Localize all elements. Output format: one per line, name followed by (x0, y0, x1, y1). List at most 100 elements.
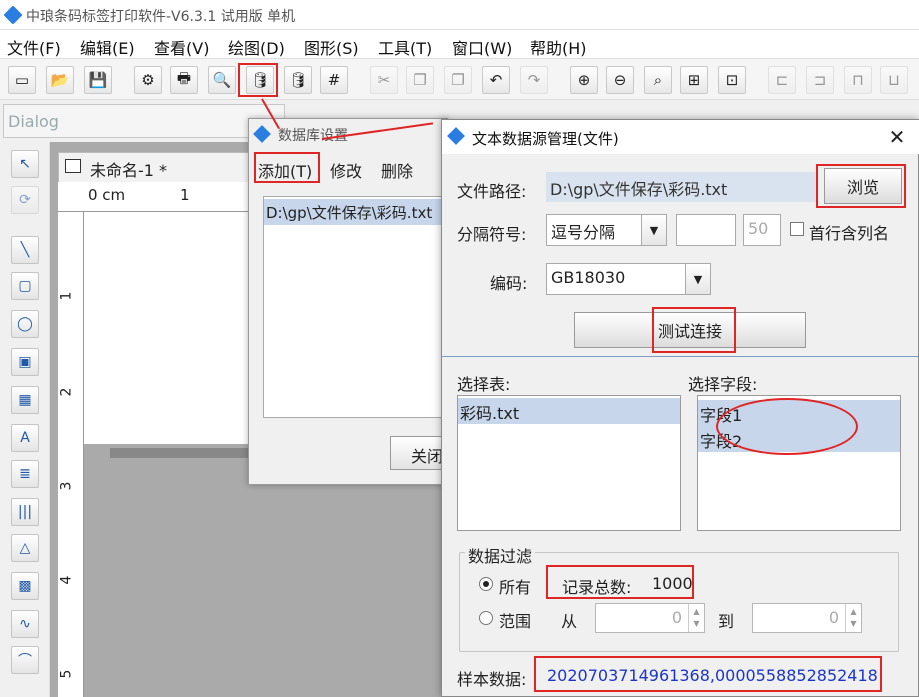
filter-all-label: 所有 (499, 578, 532, 597)
save-icon[interactable]: 💾 (84, 66, 112, 94)
ruler-v-tick: 4 (58, 575, 75, 585)
font-combo[interactable]: Dialog (3, 104, 285, 138)
menu-bar: 文件(F) 编辑(E) 查看(V) 绘图(D) 图形(S) 工具(T) 窗口(W… (0, 30, 919, 58)
paste-icon[interactable]: ❐ (444, 66, 472, 94)
ellipse-icon[interactable]: ◯ (11, 310, 39, 338)
zoom-out-icon[interactable]: ⊖ (606, 66, 634, 94)
align-icon[interactable]: ⊏ (768, 66, 796, 94)
to-label: 到 (718, 612, 735, 631)
fit-width-icon[interactable]: ⊡ (718, 66, 746, 94)
document-icon (65, 159, 81, 173)
menu-edit[interactable]: 编辑(E) (80, 35, 135, 59)
line-icon[interactable]: ╲ (11, 236, 39, 264)
annotation-fields (716, 398, 858, 455)
chevron-down-icon[interactable]: ▼ (641, 214, 667, 246)
db-list-item[interactable]: D:\gp\文件保存\彩码.txt (264, 199, 444, 225)
document-tab-label: 未命名-1 * (90, 161, 168, 180)
ruler-v-tick: 1 (58, 291, 75, 301)
annotation-test (652, 307, 736, 353)
cut-icon[interactable]: ✂ (370, 66, 398, 94)
encoding-label: 编码: (490, 274, 528, 293)
header-checkbox[interactable] (790, 222, 804, 236)
filter-range-label: 范围 (499, 612, 532, 631)
copy-icon[interactable]: ❐ (406, 66, 434, 94)
database-link-icon[interactable]: 🛢 (284, 66, 312, 94)
file-path-field[interactable]: D:\gp\文件保存\彩码.txt (546, 172, 816, 202)
label-canvas[interactable] (84, 212, 254, 444)
ruler-vertical (58, 212, 84, 697)
qrcode-icon[interactable]: ▩ (11, 572, 39, 600)
ruler-h-tick: 1 (180, 186, 190, 204)
menu-file[interactable]: 文件(F) (7, 35, 61, 59)
annotation-record-total (546, 565, 694, 599)
zoom-icon[interactable]: ⌕ (644, 66, 672, 94)
text-icon[interactable]: A (11, 424, 39, 452)
picture-icon[interactable]: ▦ (11, 386, 39, 414)
filter-title: 数据过滤 (465, 543, 536, 567)
table-label: 选择表: (457, 375, 511, 394)
separator-select[interactable]: 逗号分隔 (546, 214, 642, 246)
window-icon[interactable]: ▭ (8, 66, 36, 94)
ruler-v-tick: 3 (58, 481, 75, 491)
undo-icon[interactable]: ↶ (482, 66, 510, 94)
redo-icon[interactable]: ↷ (520, 66, 548, 94)
canvas-shadow (110, 448, 250, 458)
separator-label: 分隔符号: (457, 225, 527, 244)
menu-window[interactable]: 窗口(W) (452, 35, 512, 59)
rectangle-icon[interactable]: ▢ (11, 272, 39, 300)
menu-draw[interactable]: 绘图(D) (228, 35, 285, 59)
align2-icon[interactable]: ⊐ (806, 66, 834, 94)
separator-custom-field[interactable] (676, 214, 736, 246)
zoom-in-icon[interactable]: ⊕ (570, 66, 598, 94)
grid-icon[interactable]: # (320, 66, 348, 94)
field-label: 选择字段: (688, 375, 758, 394)
header-checkbox-label: 首行含列名 (809, 224, 890, 243)
arc-icon[interactable]: ⌒ (11, 646, 39, 674)
preview-icon[interactable]: 🔍 (208, 66, 236, 94)
table-item[interactable]: 彩码.txt (458, 398, 680, 424)
menu-help[interactable]: 帮助(H) (530, 35, 587, 59)
separator-line (442, 356, 918, 357)
filter-range-radio[interactable] (479, 611, 493, 625)
chevron-down-icon[interactable]: ▼ (685, 263, 711, 295)
print-icon[interactable]: 🖶 (170, 66, 198, 94)
ruler-unit: 0 cm (88, 186, 126, 204)
menu-tools[interactable]: 工具(T) (378, 35, 432, 59)
db-list[interactable] (263, 196, 448, 418)
ruler-v-tick: 5 (58, 669, 75, 679)
curve-icon[interactable]: ∿ (11, 610, 39, 638)
group-icon[interactable]: ⊓ (844, 66, 872, 94)
annotation-database-button (238, 63, 278, 97)
shape-icon[interactable]: △ (11, 534, 39, 562)
file-path-label: 文件路径: (457, 182, 527, 201)
barcode-icon[interactable]: ||| (11, 498, 39, 526)
annotation-sample (534, 656, 882, 692)
db-delete-menu[interactable]: 删除 (381, 158, 413, 182)
db-edit-menu[interactable]: 修改 (330, 158, 362, 182)
ungroup-icon[interactable]: ⊔ (880, 66, 908, 94)
image-icon[interactable]: ▣ (11, 348, 39, 376)
separator-num-field[interactable]: 50 (743, 214, 781, 246)
close-icon[interactable]: ✕ (884, 124, 910, 150)
app-title: 中琅条码标签打印软件-V6.3.1 试用版 单机 (26, 9, 296, 25)
sample-label: 样本数据: (457, 670, 527, 689)
encoding-select[interactable]: GB18030 (546, 263, 686, 295)
db-close-button[interactable]: 关闭 (390, 436, 448, 470)
fit-page-icon[interactable]: ⊞ (680, 66, 708, 94)
to-spinner-arrows[interactable]: ▲ ▼ (845, 604, 861, 632)
filter-all-radio[interactable] (479, 577, 493, 591)
annotation-add-menu (254, 152, 320, 183)
settings-icon[interactable]: ⚙ (134, 66, 162, 94)
ruler-v-tick: 2 (58, 387, 75, 397)
select-icon[interactable]: ↖ (11, 150, 39, 178)
menu-shape[interactable]: 图形(S) (304, 35, 359, 59)
text-source-title: 文本数据源管理(文件) (472, 130, 619, 148)
rotate-icon[interactable]: ⟳ (11, 186, 39, 214)
rich-text-icon[interactable]: ≣ (11, 460, 39, 488)
from-spinner-arrows[interactable]: ▲ ▼ (688, 604, 704, 632)
open-icon[interactable]: 📂 (46, 66, 74, 94)
from-label: 从 (561, 612, 578, 631)
menu-view[interactable]: 查看(V) (154, 35, 209, 59)
left-toolbox: ↖ ⟳ ╲ ▢ ◯ ▣ ▦ A ≣ ||| △ ▩ ∿ ⌒ (0, 142, 50, 697)
main-toolbar: ▭ 📂 💾 ⚙ 🖶 🔍 🛢 🛢 # ✂ ❐ ❐ ↶ ↷ ⊕ ⊖ ⌕ ⊞ ⊡ ⊏ … (0, 58, 919, 100)
